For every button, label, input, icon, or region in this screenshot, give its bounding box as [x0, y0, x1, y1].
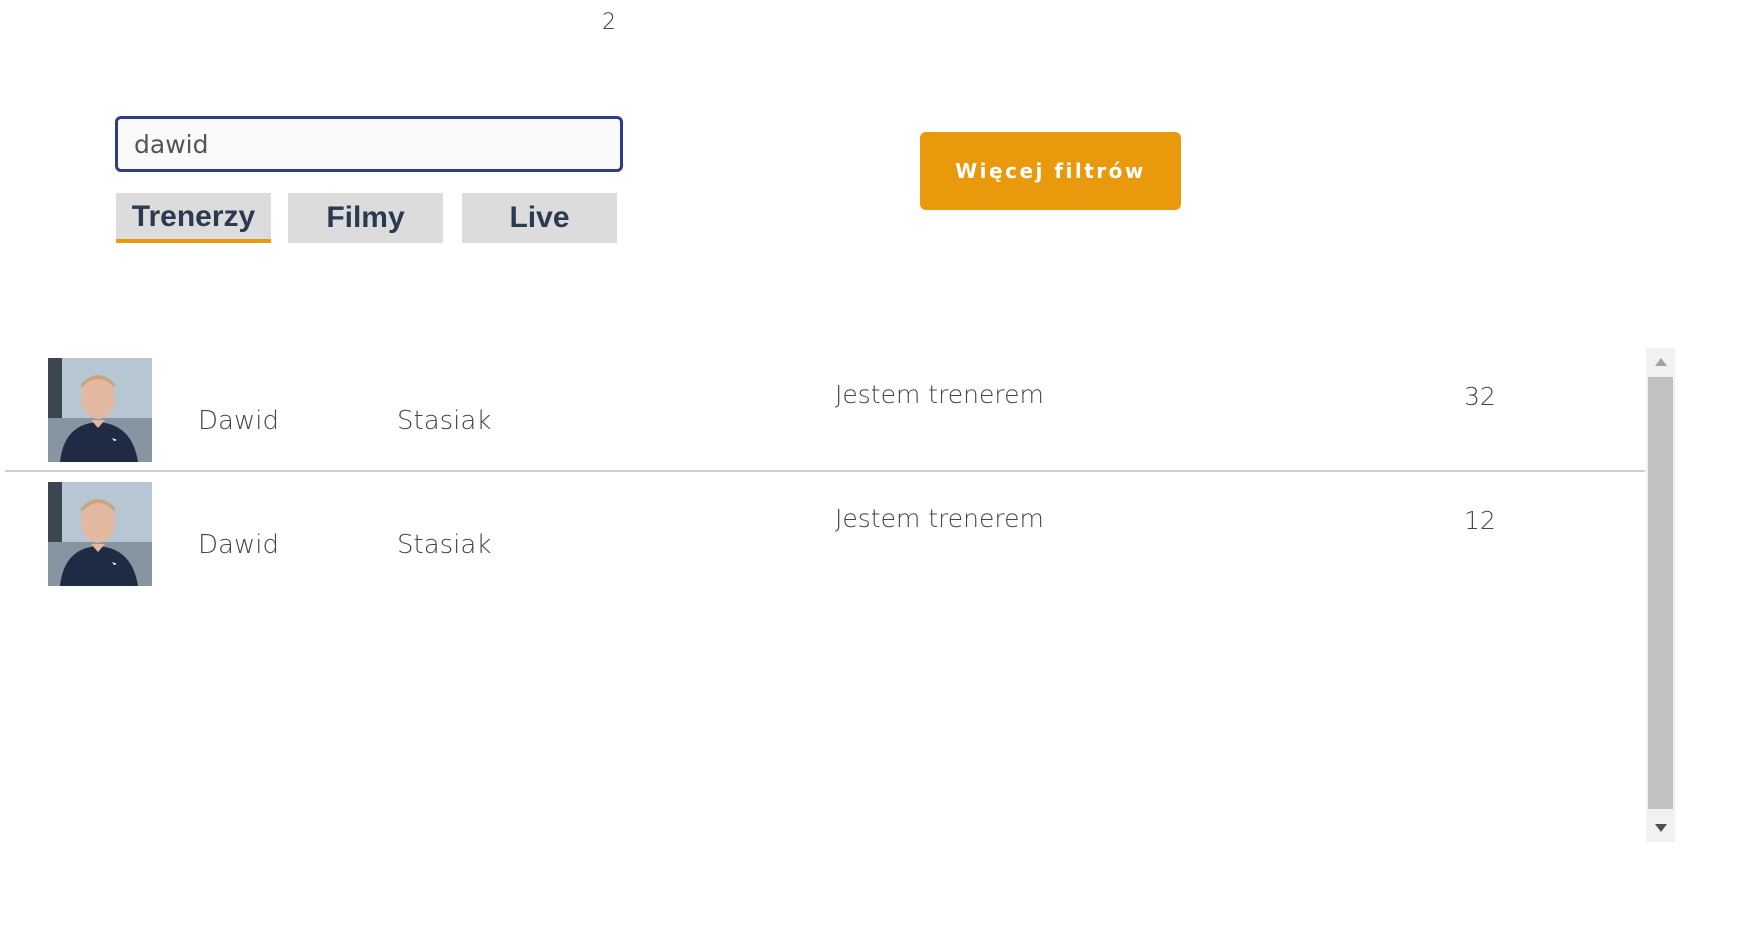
description: Jestem trenerem — [835, 504, 1044, 533]
tab-filmy[interactable]: Filmy — [288, 193, 443, 243]
search-input[interactable] — [115, 116, 623, 172]
more-filters-button[interactable]: Więcej filtrów — [920, 132, 1181, 210]
count-value: 32 — [1464, 382, 1496, 411]
scrollbar-thumb[interactable] — [1648, 377, 1673, 809]
vertical-scrollbar[interactable] — [1646, 348, 1675, 842]
first-name: Dawid — [198, 530, 279, 560]
arrow-down-icon[interactable] — [1646, 814, 1675, 842]
description: Jestem trenerem — [835, 380, 1044, 409]
tab-trenerzy[interactable]: Trenerzy — [116, 193, 271, 243]
person-photo-icon — [48, 358, 152, 462]
person-photo-icon — [48, 482, 152, 586]
tab-live[interactable]: Live — [462, 193, 617, 243]
result-count: 2 — [602, 10, 616, 35]
avatar — [48, 482, 152, 586]
list-item[interactable]: Dawid Stasiak Jestem trenerem 12 — [5, 472, 1645, 594]
avatar — [48, 358, 152, 462]
results-list: Dawid Stasiak Jestem trenerem 32 Dawid S… — [5, 348, 1675, 842]
first-name: Dawid — [198, 406, 279, 436]
results-rows: Dawid Stasiak Jestem trenerem 32 Dawid S… — [5, 348, 1645, 842]
count-value: 12 — [1464, 506, 1496, 535]
arrow-up-icon[interactable] — [1646, 348, 1675, 376]
list-item[interactable]: Dawid Stasiak Jestem trenerem 32 — [5, 348, 1645, 472]
last-name: Stasiak — [397, 406, 492, 436]
last-name: Stasiak — [397, 530, 492, 560]
